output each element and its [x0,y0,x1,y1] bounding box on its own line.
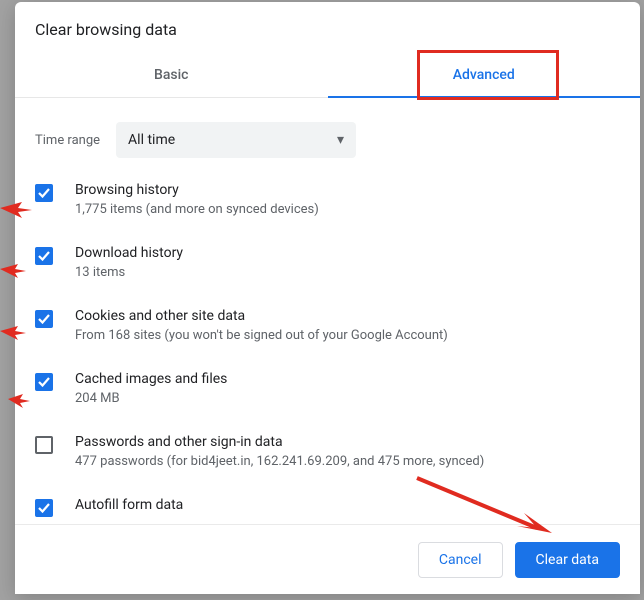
checkbox[interactable] [35,247,53,265]
checkbox[interactable] [35,373,53,391]
time-range-select[interactable]: All time ▾ [116,122,356,158]
option-subtitle: 1,775 items (and more on synced devices) [75,202,319,217]
tabs: Basic Advanced [15,53,640,98]
time-range-row: Time range All time ▾ [29,114,630,172]
checkbox[interactable] [35,436,53,454]
option-title: Cookies and other site data [75,308,448,324]
dialog-title: Clear browsing data [15,2,640,39]
option-row: Passwords and other sign-in data 477 pass… [29,424,630,487]
option-subtitle: From 168 sites (you won't be signed out … [75,328,448,343]
option-text: Download history 13 items [75,245,183,280]
option-text: Cached images and files 204 MB [75,371,227,406]
option-subtitle: 204 MB [75,391,227,406]
option-title: Browsing history [75,182,319,198]
time-range-value: All time [128,132,175,148]
option-row: Autofill form data [29,487,630,524]
dialog-body[interactable]: Time range All time ▾ Browsing history 1,… [15,104,640,524]
chevron-down-icon: ▾ [337,132,344,148]
option-title: Download history [75,245,183,261]
option-row: Cached images and files 204 MB [29,361,630,424]
option-text: Browsing history 1,775 items (and more on… [75,182,319,217]
option-subtitle: 13 items [75,265,183,280]
clear-browsing-data-dialog: Clear browsing data Basic Advanced Time … [15,2,640,594]
tab-basic[interactable]: Basic [15,53,328,97]
checkbox[interactable] [35,499,53,517]
cancel-button[interactable]: Cancel [418,542,503,578]
option-row: Download history 13 items [29,235,630,298]
option-text: Autofill form data [75,497,183,517]
checkbox[interactable] [35,310,53,328]
option-title: Passwords and other sign-in data [75,434,484,450]
option-row: Cookies and other site data From 168 site… [29,298,630,361]
option-subtitle: 477 passwords (for bid4jeet.in, 162.241.… [75,454,484,469]
option-title: Autofill form data [75,497,183,513]
tab-advanced[interactable]: Advanced [328,53,641,97]
clear-data-button[interactable]: Clear data [515,542,620,578]
checkbox[interactable] [35,184,53,202]
dialog-footer: Cancel Clear data [15,524,640,594]
option-text: Cookies and other site data From 168 site… [75,308,448,343]
option-title: Cached images and files [75,371,227,387]
option-row: Browsing history 1,775 items (and more on… [29,172,630,235]
option-text: Passwords and other sign-in data 477 pass… [75,434,484,469]
time-range-label: Time range [35,133,100,148]
